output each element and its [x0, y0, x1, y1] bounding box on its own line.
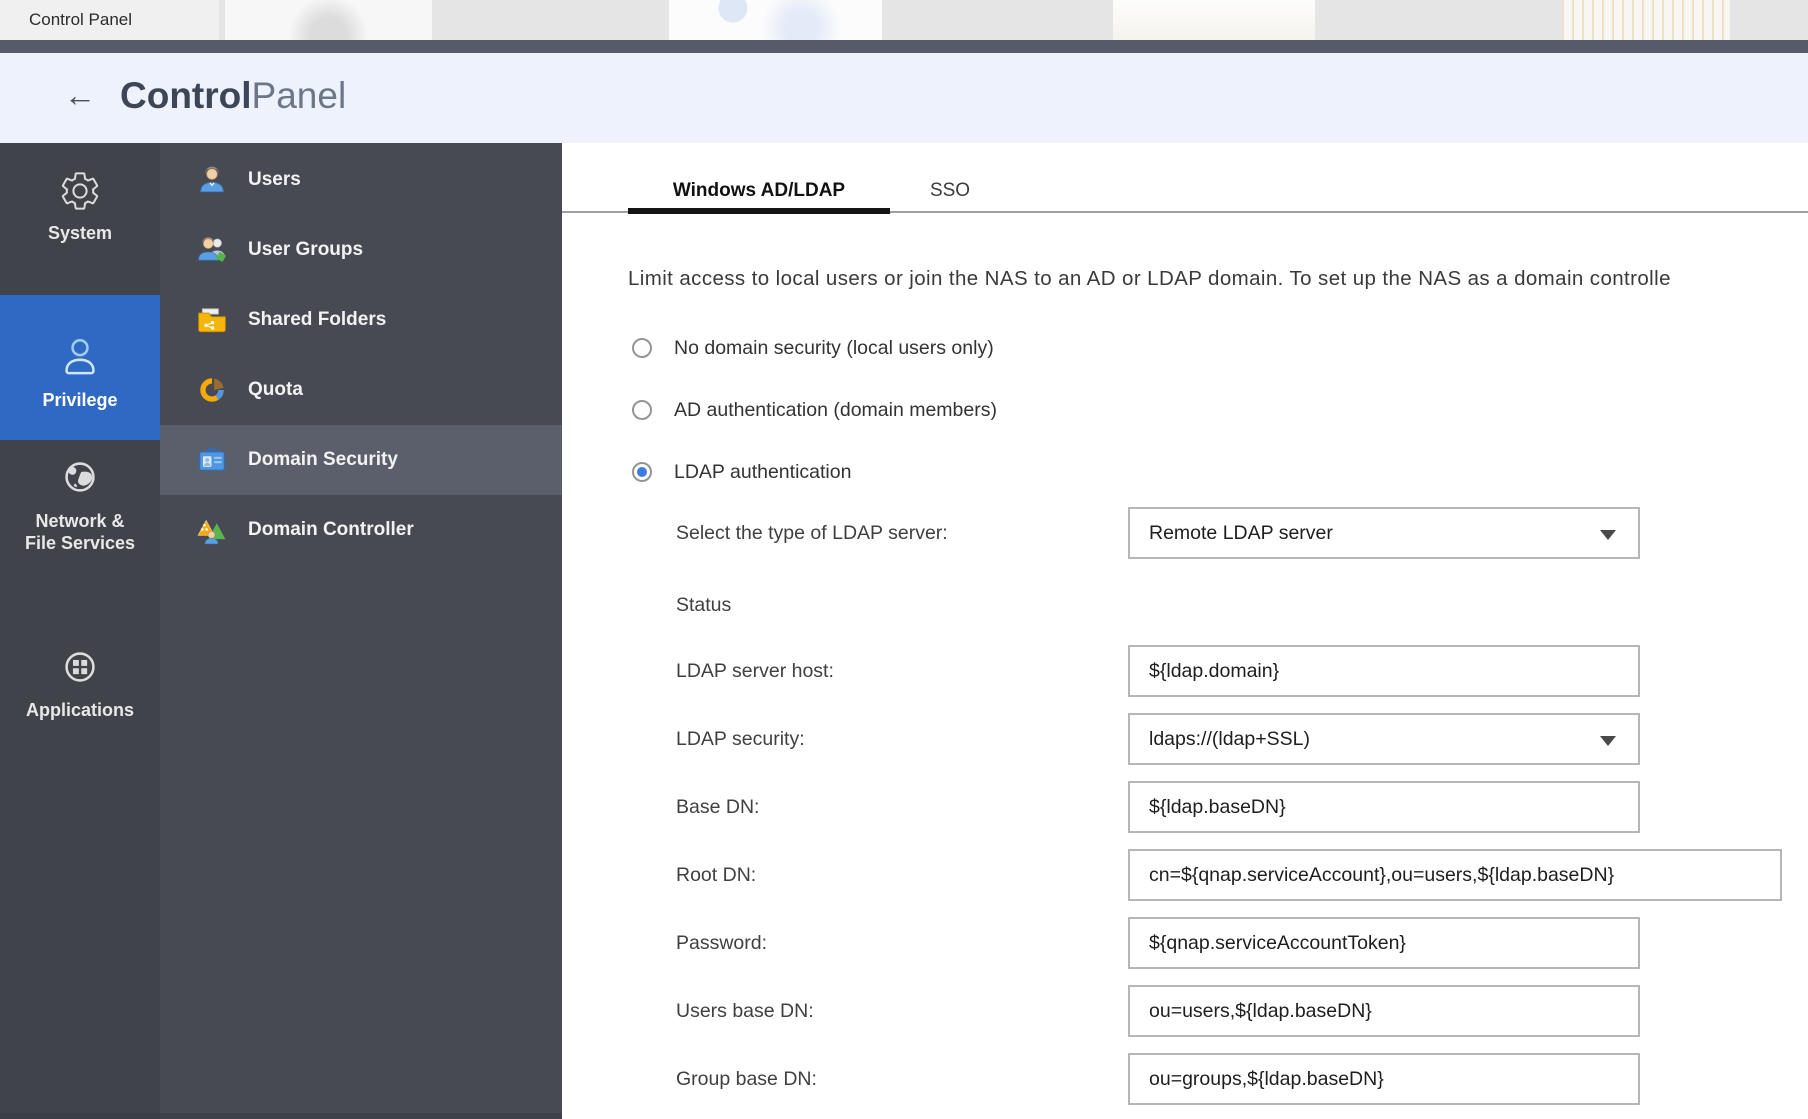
submenu-item-label: User Groups — [248, 239, 363, 261]
root-dn-value: cn=${qnap.serviceAccount},ou=users,${lda… — [1149, 864, 1614, 887]
page-title-light: Panel — [252, 75, 347, 116]
status-row: Status — [676, 579, 731, 631]
submenu-item-label: Shared Folders — [248, 309, 386, 331]
radio-no-domain-security-local-users-only[interactable]: No domain security (local users only) — [632, 317, 997, 379]
sidebar-item-label: Network & File Services — [25, 510, 135, 554]
base-dn-value: ${ldap.baseDN} — [1149, 796, 1286, 819]
base-dn-input[interactable]: ${ldap.baseDN} — [1128, 781, 1640, 833]
domain-security-radio-group: No domain security (local users only) AD… — [632, 317, 997, 503]
ldap-server-host-input[interactable]: ${ldap.domain} — [1128, 645, 1640, 697]
background-app-thumbnail — [1113, 0, 1315, 40]
password-label: Password: — [676, 917, 1128, 969]
domain-security-icon — [196, 444, 228, 476]
submenu-item-shared-folders[interactable]: Shared Folders — [160, 285, 562, 355]
sidebar-item-system[interactable]: System — [0, 143, 160, 295]
submenu-item-label: Quota — [248, 379, 303, 401]
submenu-sidebar: Users User Groups Shared Folders Quota D… — [160, 143, 562, 1119]
background-app-thumbnail — [225, 0, 432, 40]
chevron-down-icon — [1600, 736, 1616, 746]
user-groups-icon — [196, 234, 228, 266]
ldap-security-value: ldaps://(ldap+SSL) — [1149, 728, 1310, 751]
submenu-item-domain-security[interactable]: Domain Security — [160, 425, 562, 495]
submenu-item-quota[interactable]: Quota — [160, 355, 562, 425]
submenu-item-user-groups[interactable]: User Groups — [160, 215, 562, 285]
ldap-security-select[interactable]: ldaps://(ldap+SSL) — [1128, 713, 1640, 765]
users-base-dn-input[interactable]: ou=users,${ldap.baseDN} — [1128, 985, 1640, 1037]
users-base-dn-label: Users base DN: — [676, 985, 1128, 1037]
radio-icon[interactable] — [632, 338, 652, 358]
root-dn-input[interactable]: cn=${qnap.serviceAccount},ou=users,${lda… — [1128, 849, 1782, 901]
field-row-users-base-dn: Users base DN: ou=users,${ldap.baseDN} — [676, 985, 1796, 1053]
description-text: Limit access to local users or join the … — [628, 267, 1671, 291]
globe-icon — [57, 454, 103, 500]
ldap-server-host-value: ${ldap.domain} — [1149, 660, 1279, 683]
submenu-item-users[interactable]: Users — [160, 145, 562, 215]
field-row-ldap-security: LDAP security: ldaps://(ldap+SSL) — [676, 713, 1796, 781]
shared-folders-icon — [196, 304, 228, 336]
chevron-down-icon — [1600, 530, 1616, 540]
field-row-group-base-dn: Group base DN: ou=groups,${ldap.baseDN} — [676, 1053, 1796, 1119]
domain-controller-icon — [196, 514, 228, 546]
app-header: ← ControlPanel — [0, 53, 1808, 143]
sidebar-item-privilege[interactable]: Privilege — [0, 295, 160, 440]
users-base-dn-value: ou=users,${ldap.baseDN} — [1149, 1000, 1372, 1023]
page-title: ControlPanel — [120, 75, 346, 117]
radio-ldap-authentication[interactable]: LDAP authentication — [632, 441, 997, 503]
window-top-bar — [0, 40, 1808, 53]
group-base-dn-label: Group base DN: — [676, 1053, 1128, 1105]
active-tab-underline — [628, 208, 890, 214]
sidebar-item-label: Privilege — [42, 389, 117, 411]
sidebar-bottom-edge — [0, 1113, 562, 1119]
content-panel: Windows AD/LDAP SSO Limit access to loca… — [562, 143, 1808, 1119]
ldap-server-host-label: LDAP server host: — [676, 645, 1128, 697]
desktop-top-strip: Control Panel — [0, 0, 1808, 40]
password-value: ${qnap.serviceAccountToken} — [1149, 932, 1406, 955]
back-arrow-icon[interactable]: ← — [64, 77, 96, 114]
category-sidebar: System Privilege Network & File Services… — [0, 143, 160, 1119]
field-row-base-dn: Base DN: ${ldap.baseDN} — [676, 781, 1796, 849]
taskbar-tab-control-panel[interactable]: Control Panel — [0, 0, 219, 40]
root-dn-label: Root DN: — [676, 849, 1128, 901]
tab-windows-ad-ldap[interactable]: Windows AD/LDAP — [628, 175, 890, 207]
ldap-form-fields: LDAP server host: ${ldap.domain} LDAP se… — [676, 645, 1796, 1119]
radio-icon[interactable] — [632, 400, 652, 420]
base-dn-label: Base DN: — [676, 781, 1128, 833]
field-row-root-dn: Root DN: cn=${qnap.serviceAccount},ou=us… — [676, 849, 1796, 917]
submenu-item-domain-controller[interactable]: Domain Controller — [160, 495, 562, 565]
field-row-ldap-server-host: LDAP server host: ${ldap.domain} — [676, 645, 1796, 713]
user-icon — [57, 333, 103, 379]
main-area: System Privilege Network & File Services… — [0, 143, 1808, 1119]
radio-icon[interactable] — [632, 462, 652, 482]
ldap-server-type-label: Select the type of LDAP server: — [676, 522, 1128, 545]
sidebar-item-applications[interactable]: Applications — [0, 598, 160, 778]
background-app-thumbnail — [669, 0, 882, 40]
group-base-dn-value: ou=groups,${ldap.baseDN} — [1149, 1068, 1384, 1091]
ldap-server-type-select[interactable]: Remote LDAP server — [1128, 507, 1640, 559]
ldap-security-label: LDAP security: — [676, 713, 1128, 765]
password-input[interactable]: ${qnap.serviceAccountToken} — [1128, 917, 1640, 969]
quota-icon — [196, 374, 228, 406]
submenu-item-label: Domain Controller — [248, 519, 414, 541]
status-label: Status — [676, 594, 731, 617]
ldap-server-type-value: Remote LDAP server — [1149, 522, 1333, 545]
background-app-thumbnail — [1562, 0, 1730, 40]
radio-ad-authentication-domain-members[interactable]: AD authentication (domain members) — [632, 379, 997, 441]
sidebar-item-label: Applications — [26, 699, 134, 721]
page-title-bold: Control — [120, 75, 252, 116]
submenu-item-label: Domain Security — [248, 449, 398, 471]
sidebar-item-network-file-services[interactable]: Network & File Services — [0, 440, 160, 598]
sidebar-item-label: System — [48, 222, 112, 244]
gear-icon — [58, 169, 102, 213]
group-base-dn-input[interactable]: ou=groups,${ldap.baseDN} — [1128, 1053, 1640, 1105]
apps-icon — [57, 644, 103, 690]
tab-sso[interactable]: SSO — [910, 175, 990, 207]
ldap-server-type-row: Select the type of LDAP server: Remote L… — [676, 507, 1796, 559]
field-row-password: Password: ${qnap.serviceAccountToken} — [676, 917, 1796, 985]
users-icon — [196, 164, 228, 196]
submenu-item-label: Users — [248, 169, 301, 191]
